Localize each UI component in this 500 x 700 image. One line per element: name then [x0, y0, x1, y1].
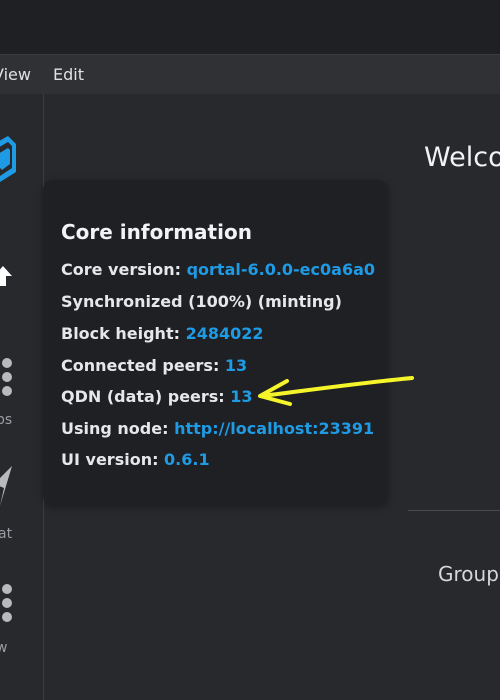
groups-label: Group	[438, 562, 499, 586]
block-height-row: Block height: 2484022	[61, 324, 264, 343]
core-info-title: Core information	[61, 220, 252, 244]
sidebar-item-chat-label: at	[0, 526, 13, 542]
ui-version-row: UI version: 0.6.1	[61, 450, 210, 469]
menu-bar: View Edit	[0, 54, 500, 94]
window-title-bar	[0, 0, 500, 54]
core-information-card: Core information Core version: qortal-6.…	[43, 180, 388, 505]
menu-edit[interactable]: Edit	[53, 65, 84, 84]
core-version-row: Core version: qortal-6.0.0-ec0a6a0	[61, 260, 375, 279]
sync-status-text: Synchronized (100%) (minting)	[61, 292, 342, 311]
connected-peers-label: Connected peers:	[61, 356, 225, 375]
menu-view[interactable]: View	[0, 65, 31, 84]
sync-status-row: Synchronized (100%) (minting)	[61, 292, 342, 311]
sidebar: ps at w	[0, 94, 44, 700]
apps-dots-icon[interactable]	[2, 358, 22, 398]
core-version-value: qortal-6.0.0-ec0a6a0	[186, 260, 376, 279]
chat-send-icon[interactable]	[0, 466, 14, 506]
block-height-label: Block height:	[61, 324, 186, 343]
ui-version-label: UI version:	[61, 450, 165, 469]
dev-dots-icon[interactable]	[2, 584, 22, 624]
divider	[408, 510, 500, 511]
sidebar-item-apps-label: ps	[0, 412, 13, 428]
qdn-peers-row: QDN (data) peers: 13	[61, 387, 253, 406]
welcome-heading: Welco	[424, 142, 500, 173]
connected-peers-value: 13	[224, 356, 248, 375]
connected-peers-row: Connected peers: 13	[61, 356, 247, 375]
cube-logo-icon[interactable]	[0, 136, 16, 184]
home-icon[interactable]	[0, 266, 12, 288]
using-node-label: Using node:	[61, 419, 175, 438]
using-node-value[interactable]: http://localhost:23391	[174, 419, 374, 438]
qdn-peers-value: 13	[230, 387, 253, 406]
core-version-label: Core version:	[61, 260, 187, 279]
qdn-peers-label: QDN (data) peers:	[61, 387, 231, 406]
ui-version-value: 0.6.1	[164, 450, 210, 469]
block-height-value: 2484022	[185, 324, 264, 343]
using-node-row: Using node: http://localhost:23391	[61, 419, 374, 438]
sidebar-item-dev-label: w	[0, 640, 8, 656]
